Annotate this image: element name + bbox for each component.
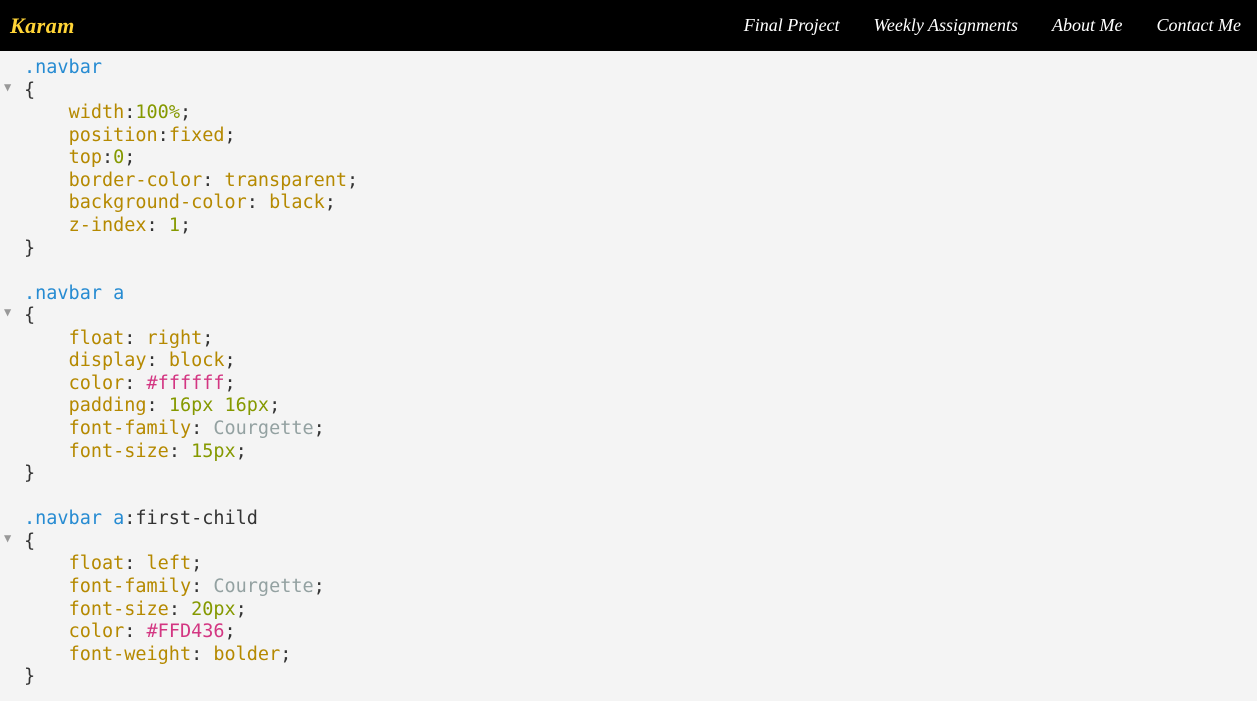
code-prop: top [69,147,102,168]
code-value: 100% [135,102,180,123]
code-value: Courgette [213,576,313,597]
code-value: 1 [169,215,180,236]
code-prop: color [69,621,125,642]
code-prop: font-size [69,441,169,462]
nav-links: Final Project Weekly Assignments About M… [744,15,1247,36]
brand-logo[interactable]: Karam [10,13,75,39]
navbar: Karam Final Project Weekly Assignments A… [0,0,1257,51]
code-prop: float [69,328,125,349]
code-selector: .navbar [24,57,102,78]
code-value: bolder [213,644,280,665]
code-prop: width [69,102,125,123]
code-prop: padding [69,395,147,416]
code-prop: font-weight [69,644,192,665]
code-prop: display [69,350,147,371]
code-prop: color [69,373,125,394]
code-value: black [269,192,325,213]
code-brace-open: { [24,80,35,101]
code-value: transparent [225,170,348,191]
code-value: #FFD436 [147,621,225,642]
code-brace-open: { [24,305,35,326]
code-value: left [147,553,192,574]
code-value: right [147,328,203,349]
nav-link-weekly-assignments[interactable]: Weekly Assignments [874,15,1018,36]
code-brace-close: } [24,666,35,687]
code-selector-tag: a [113,283,124,304]
code-value: #ffffff [147,373,225,394]
code-prop: border-color [69,170,203,191]
code-prop: font-size [69,599,169,620]
code-prop: position [69,125,158,146]
code-pseudo: :first-child [124,508,258,529]
code-value: 15px [191,441,236,462]
code-value: 16px [225,395,270,416]
nav-link-final-project[interactable]: Final Project [744,15,840,36]
code-brace-open: { [24,531,35,552]
fold-icon[interactable]: ▼ [4,531,11,546]
code-brace-close: } [24,463,35,484]
code-prop: background-color [69,192,247,213]
code-selector: .navbar [24,283,102,304]
fold-icon[interactable]: ▼ [4,305,11,320]
code-value: 0 [113,147,124,168]
nav-link-about-me[interactable]: About Me [1052,15,1122,36]
code-value: 16px [169,395,214,416]
code-prop: float [69,553,125,574]
code-prop: font-family [69,576,192,597]
code-prop: font-family [69,418,192,439]
nav-link-contact-me[interactable]: Contact Me [1157,15,1241,36]
code-brace-close: } [24,238,35,259]
code-value: 20px [191,599,236,620]
code-editor[interactable]: .navbar ▼{ width:100%; position:fixed; t… [0,51,1257,689]
code-selector: .navbar [24,508,102,529]
code-prop: z-index [69,215,147,236]
fold-icon[interactable]: ▼ [4,80,11,95]
code-value: Courgette [213,418,313,439]
code-selector-tag: a [113,508,124,529]
code-value: block [169,350,225,371]
code-value: fixed [169,125,225,146]
